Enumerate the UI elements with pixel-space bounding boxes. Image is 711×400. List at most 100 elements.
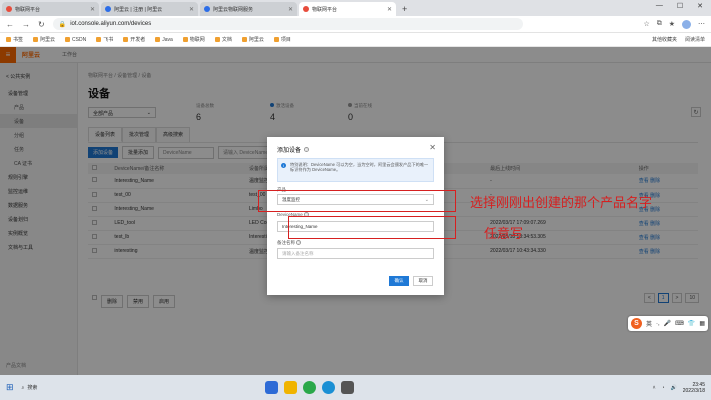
system-tray: ˄ ◔ 🔊 23:45 2022/3/18 — [653, 382, 705, 394]
bookmark-item[interactable]: 开发者 — [123, 36, 145, 43]
bookmark-favicon-icon — [6, 37, 11, 42]
browser-tab-title: 物联网平台 — [312, 6, 338, 13]
confirm-button[interactable]: 确认 — [389, 276, 409, 286]
keyboard-icon[interactable]: ⌨ — [675, 320, 684, 327]
bookmark-label: 项目 — [280, 37, 291, 43]
search-icon: ⌕ — [21, 384, 25, 391]
bookmark-label: 书签 — [13, 37, 24, 43]
microphone-icon[interactable]: 🎤 — [664, 320, 671, 327]
url-field[interactable]: 🔒 iot.console.aliyun.com/devices — [52, 18, 523, 30]
back-icon[interactable]: ← — [6, 20, 14, 29]
annotation-box-devicename — [288, 216, 456, 239]
bookmark-favicon-icon — [123, 37, 129, 42]
bookmark-favicon-icon — [241, 37, 247, 42]
bookmark-label: 阿里云 — [248, 37, 264, 43]
extensions-icon[interactable]: ⧉ — [657, 20, 662, 28]
tab-close-icon[interactable]: ✕ — [288, 6, 293, 13]
grid-icon[interactable]: ▦ — [699, 320, 705, 327]
bookmark-item[interactable]: 文档 — [214, 36, 232, 43]
bookmark-favicon-icon — [214, 37, 220, 42]
taskbar-search[interactable]: ⌕ 搜索 — [21, 384, 38, 392]
annotation-box-product — [258, 190, 456, 212]
favorites-icon[interactable]: ★ — [669, 20, 675, 28]
bookmark-item[interactable]: 阿里云 — [33, 36, 55, 43]
bookmark-favicon-icon — [273, 37, 279, 42]
clock[interactable]: 23:45 2022/3/18 — [683, 382, 705, 394]
site-favicon-icon — [6, 6, 12, 12]
dialog-title: 添加设备 ? — [277, 145, 310, 154]
profile-avatar[interactable] — [682, 19, 691, 29]
bookmark-item[interactable]: CSDN — [65, 36, 86, 43]
remark-input[interactable]: 请输入备注名称 — [277, 248, 434, 259]
window-controls: — ☐ ✕ — [656, 2, 711, 10]
bookmark-item[interactable]: Java — [155, 36, 173, 43]
taskbar: ⊞ ⌕ 搜索 ˄ ◔ 🔊 23:45 2022/3/18 — [0, 375, 711, 400]
lock-icon: 🔒 — [58, 21, 67, 28]
bookmark-item[interactable]: 物联网 — [182, 36, 205, 43]
bookmark-label: 文档 — [221, 37, 232, 43]
reload-icon[interactable]: ↻ — [38, 20, 45, 29]
browser-tab-title: 物联网平台 — [15, 6, 41, 13]
bookmark-favicon-icon — [96, 37, 102, 42]
browser-tab[interactable]: 物联网平台 ✕ — [299, 2, 396, 16]
windows-start-icon[interactable]: ⊞ — [6, 382, 14, 393]
bookmark-item[interactable]: 飞书 — [96, 36, 113, 43]
info-notice: i 特别说明：DeviceName 可以为空，当为空时，阿里云会颁发产品下的唯一… — [277, 158, 434, 182]
info-icon: i — [281, 163, 286, 168]
bookmark-item[interactable]: 阿里云 — [241, 36, 264, 43]
browser-tab-title: 阿里云物联网服务 — [213, 6, 254, 13]
ime-toolbar[interactable]: S 英 ·, 🎤 ⌨ 👕 ▦ — [628, 316, 708, 331]
ime-language[interactable]: 英 — [646, 319, 652, 328]
chevron-up-icon[interactable]: ˄ — [653, 385, 656, 391]
bookmark-label: Java — [162, 36, 173, 43]
other-bookmarks[interactable]: 其他收藏夹 — [652, 36, 677, 43]
annotation-any-fill: 任意写 — [484, 227, 524, 242]
new-tab-button[interactable]: + — [402, 4, 407, 14]
browser-tab-bar: 物联网平台 ✕ 阿里云 | 注册 | 阿里云 ✕ 阿里云物联网服务 ✕ 物联网平台 ✕ + —… — [0, 0, 711, 16]
file-explorer-icon[interactable] — [265, 381, 279, 394]
cancel-button[interactable]: 取消 — [413, 276, 433, 286]
reading-list[interactable]: 阅读清单 — [685, 36, 705, 43]
remark-input-placeholder: 请输入备注名称 — [282, 250, 314, 256]
bookmark-item[interactable]: 书签 — [6, 36, 23, 43]
edge-icon[interactable] — [322, 381, 336, 394]
sogou-logo-icon: S — [631, 318, 642, 329]
bookmark-label: 阿里云 — [40, 37, 56, 43]
star-icon[interactable]: ☆ — [643, 20, 649, 28]
bookmark-favicon-icon — [65, 37, 71, 42]
chrome-icon[interactable] — [303, 381, 317, 394]
address-bar: ← → ↻ 🔒 iot.console.aliyun.com/devices ☆… — [0, 16, 711, 33]
close-icon[interactable]: ✕ — [429, 143, 436, 152]
close-window-icon[interactable]: ✕ — [697, 2, 703, 10]
annotation-select-product: 选择刚刚出创建的那个产品名字 — [470, 196, 653, 211]
bookmark-label: 飞书 — [103, 37, 114, 43]
terminal-icon[interactable] — [341, 381, 355, 394]
folder-icon[interactable] — [284, 381, 298, 394]
site-favicon-icon — [204, 6, 210, 12]
more-icon[interactable]: ⋯ — [698, 20, 705, 28]
bookmark-item[interactable]: 项目 — [273, 36, 291, 43]
forward-icon[interactable]: → — [22, 20, 30, 29]
tab-close-icon[interactable]: ✕ — [90, 6, 95, 13]
browser-tab[interactable]: 物联网平台 ✕ — [2, 2, 99, 16]
maximize-icon[interactable]: ☐ — [677, 2, 683, 10]
volume-icon[interactable]: 🔊 — [671, 385, 677, 391]
browser-tab[interactable]: 阿里云 | 注册 | 阿里云 ✕ — [101, 2, 198, 16]
url-text: iot.console.aliyun.com/devices — [70, 21, 152, 27]
dialog-title-text: 添加设备 — [277, 148, 302, 154]
tab-close-icon[interactable]: ✕ — [387, 6, 392, 13]
tab-close-icon[interactable]: ✕ — [189, 6, 194, 13]
bookmark-favicon-icon — [182, 37, 188, 42]
bookmark-label: CSDN — [72, 36, 87, 43]
browser-tab[interactable]: 阿里云物联网服务 ✕ — [200, 2, 297, 16]
bookmarks-bar: 书签 阿里云 CSDN 飞书 开发者 Java 物联网 文档 阿里云 项目 其他收藏夹 阅读清单 — [0, 33, 711, 47]
bookmark-label: 开发者 — [130, 37, 146, 43]
clock-date: 2022/3/18 — [682, 387, 705, 394]
network-icon[interactable]: ◔ — [661, 385, 664, 391]
ime-punct-icon[interactable]: ·, — [656, 321, 660, 327]
remark-label-text: 备注名称 — [277, 240, 295, 245]
shirt-icon[interactable]: 👕 — [688, 320, 695, 327]
help-icon[interactable]: ? — [296, 240, 302, 245]
minimize-icon[interactable]: — — [656, 2, 663, 10]
help-icon[interactable]: ? — [304, 147, 310, 152]
